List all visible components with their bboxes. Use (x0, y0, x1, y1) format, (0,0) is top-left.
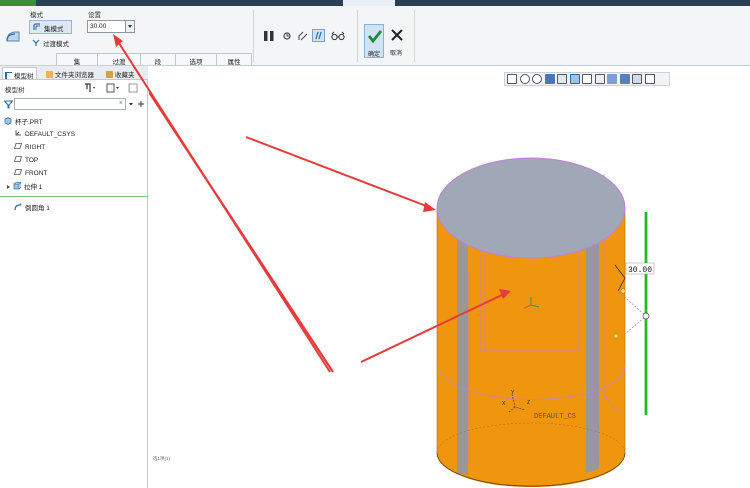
tab-model-tree[interactable]: 模型树 (2, 67, 37, 80)
status-text: 选1项(1) (153, 456, 171, 461)
tab-model-tree-label: 模型树 (14, 73, 34, 80)
tab-folder-browser[interactable]: 文件夹浏览器 (44, 67, 96, 79)
model-scene: 30.00 Y X Z DEFAULT_CS (149, 90, 655, 487)
datum-plane-icon (14, 156, 22, 162)
tree-item-label: 杯子.PRT (15, 119, 43, 126)
tree-item-front[interactable]: FRONT (14, 168, 47, 179)
add-filter-icon[interactable] (137, 100, 145, 108)
chevron-down-icon[interactable] (125, 21, 134, 32)
tree-item-label: TOP (25, 157, 39, 164)
geometry-preview-icon[interactable] (283, 32, 291, 40)
tree-item-right[interactable]: RIGHT (14, 142, 45, 153)
tab-folder-browser-label: 文件夹浏览器 (55, 72, 94, 79)
subtab-pieces[interactable]: 段 (140, 53, 176, 66)
settings-group-title: 设置 (88, 12, 101, 19)
radius-value: 30.00 (90, 23, 107, 30)
tab-favorites[interactable]: 收藏夹 (104, 67, 137, 79)
tree-item-part[interactable]: 杯子.PRT (4, 116, 43, 127)
search-dropdown-icon[interactable] (128, 101, 134, 107)
checkmark-icon (367, 30, 383, 44)
set-mode-label: 集模式 (44, 26, 64, 33)
subtab-properties[interactable]: 属性 (216, 53, 252, 66)
set-mode-icon (33, 23, 40, 30)
favorites-icon (106, 71, 113, 78)
round-drag-handle[interactable] (620, 288, 626, 294)
close-icon (391, 29, 403, 41)
transition-mode-button[interactable]: 过渡模式 (29, 37, 75, 49)
tree-item-label: 倒圆角 1 (25, 205, 50, 212)
part-icon (4, 117, 12, 125)
round-feature-icon (6, 31, 20, 42)
model-tree-icon (5, 72, 12, 79)
subtab-options[interactable]: 选项 (175, 53, 217, 66)
glasses-preview-icon[interactable] (331, 31, 345, 41)
svg-text:DEFAULT_CS: DEFAULT_CS (534, 413, 576, 421)
tree-toolbar: 模型树 (0, 80, 148, 96)
tab-favorites-label: 收藏夹 (115, 72, 135, 79)
tree-item-extrude[interactable]: 拉伸 1 (7, 181, 42, 192)
dimension-value[interactable]: 30.00 (628, 266, 652, 275)
set-mode-button[interactable]: 集模式 (29, 20, 72, 34)
verify-mode-icon[interactable] (312, 29, 325, 42)
subtab-sets[interactable]: 集 (56, 53, 98, 66)
expand-arrow-icon[interactable] (7, 185, 10, 189)
mode-group-title: 模式 (30, 12, 43, 19)
tree-item-csys[interactable]: DEFAULT_CSYS (14, 129, 75, 140)
attach-preview-icon[interactable] (298, 31, 308, 41)
csys-icon (15, 130, 21, 136)
cancel-label: 取消 (390, 51, 403, 57)
datum-plane-icon (14, 169, 22, 175)
filter-icon[interactable] (4, 100, 13, 109)
transition-mode-icon (32, 39, 40, 46)
tree-item-label: FRONT (25, 170, 48, 177)
tree-search-input[interactable]: × (14, 98, 126, 110)
round-drag-handle[interactable] (613, 333, 619, 339)
tree-settings-icon[interactable] (106, 83, 120, 93)
feature-subtabs: 集 过渡 段 选项 属性 (56, 53, 252, 66)
datum-plane-icon (14, 143, 22, 149)
tree-item-label: RIGHT (25, 144, 46, 151)
pause-icon[interactable] (263, 30, 275, 42)
subtab-transitions[interactable]: 过渡 (97, 53, 141, 66)
clear-search-icon[interactable]: × (119, 100, 123, 107)
insert-here-line (0, 196, 148, 197)
round-icon (14, 203, 22, 211)
ribbon: 模式 设置 集模式 过渡模式 30.00 集 过渡 段 选项 属性 确定 取消 (0, 6, 750, 66)
tree-item-label: 拉伸 1 (24, 184, 43, 191)
extrude-icon (13, 182, 21, 190)
tree-filter-icon[interactable] (84, 83, 96, 93)
tree-title: 模型树 (5, 87, 25, 94)
svg-text:Z: Z (527, 400, 530, 406)
radius-value-input[interactable]: 30.00 (87, 20, 135, 33)
ok-button[interactable]: 确定 (364, 24, 384, 58)
ok-label: 确定 (368, 52, 381, 58)
tree-item-label: DEFAULT_CSYS (25, 131, 76, 138)
folder-icon (46, 71, 53, 78)
panel-tabs: 模型树 文件夹浏览器 收藏夹 (0, 66, 148, 80)
tree-columns-icon[interactable] (128, 83, 140, 93)
tree-item-top[interactable]: TOP (14, 155, 38, 166)
cancel-button[interactable]: 取消 (387, 24, 407, 58)
transition-mode-label: 过渡模式 (43, 41, 69, 48)
tree-item-round[interactable]: 倒圆角 1 (14, 202, 50, 213)
model-tree-panel: 模型树 文件夹浏览器 收藏夹 模型树 × 杯子.PRT DEFAULT_CSYS… (0, 66, 148, 488)
cylinder-top-face[interactable] (436, 157, 626, 259)
